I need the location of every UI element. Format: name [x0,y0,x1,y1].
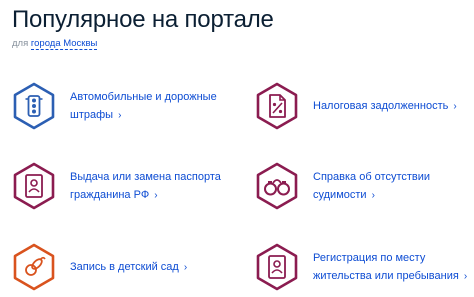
service-label: Выдача или замена паспорта гражданина РФ… [70,168,221,205]
service-link-registration[interactable]: Регистрация по месту жительства или преб… [253,243,467,291]
chevron-right-icon: › [154,189,158,201]
service-link-tax-debt[interactable]: Налоговая задолженность › [253,82,457,130]
chevron-right-icon: › [118,109,122,121]
id-card-icon [256,243,298,291]
service-label-line2: гражданина РФ [70,188,150,201]
service-label-line1: Справка об отсутствии [313,170,431,183]
service-label: Регистрация по месту жительства или преб… [313,249,467,286]
service-label-line2: жительства или пребывания [313,269,459,282]
tax-document-icon [256,82,298,130]
chevron-right-icon: › [453,100,457,112]
service-link-traffic-fines[interactable]: Автомобильные и дорожные штрафы › [10,82,217,130]
chevron-right-icon: › [371,189,375,201]
passport-icon [13,162,55,210]
page-title: Популярное на портале [12,6,274,33]
service-label-line1: Запись в детский сад [70,260,179,273]
service-label-line1: Налоговая задолженность [313,99,449,112]
service-label: Автомобильные и дорожные штрафы › [70,88,217,125]
service-label-line1: Выдача или замена паспорта [70,170,221,183]
chevron-right-icon: › [183,261,188,273]
service-link-kindergarten[interactable]: Запись в детский сад › [10,243,187,291]
city-selector-link[interactable]: города Москвы [30,38,98,50]
chevron-right-icon: › [463,270,468,282]
pacifier-icon [13,243,55,291]
service-label-line1: Регистрация по месту [313,251,426,264]
service-link-passport[interactable]: Выдача или замена паспорта гражданина РФ… [10,162,221,210]
service-label: Справка об отсутствии судимости › [313,168,430,205]
location-subtitle: для города Москвы [12,38,98,50]
service-label: Запись в детский сад › [70,258,187,277]
traffic-light-icon [13,82,55,130]
service-label: Налоговая задолженность › [313,97,457,116]
subtitle-prefix: для [12,38,29,49]
service-label-line2: судимости [313,188,367,201]
service-link-criminal-record[interactable]: Справка об отсутствии судимости › [253,162,430,210]
service-label-line1: Автомобильные и дорожные [70,90,217,103]
service-label-line2: штрафы [70,108,114,121]
handcuffs-icon [256,162,298,210]
